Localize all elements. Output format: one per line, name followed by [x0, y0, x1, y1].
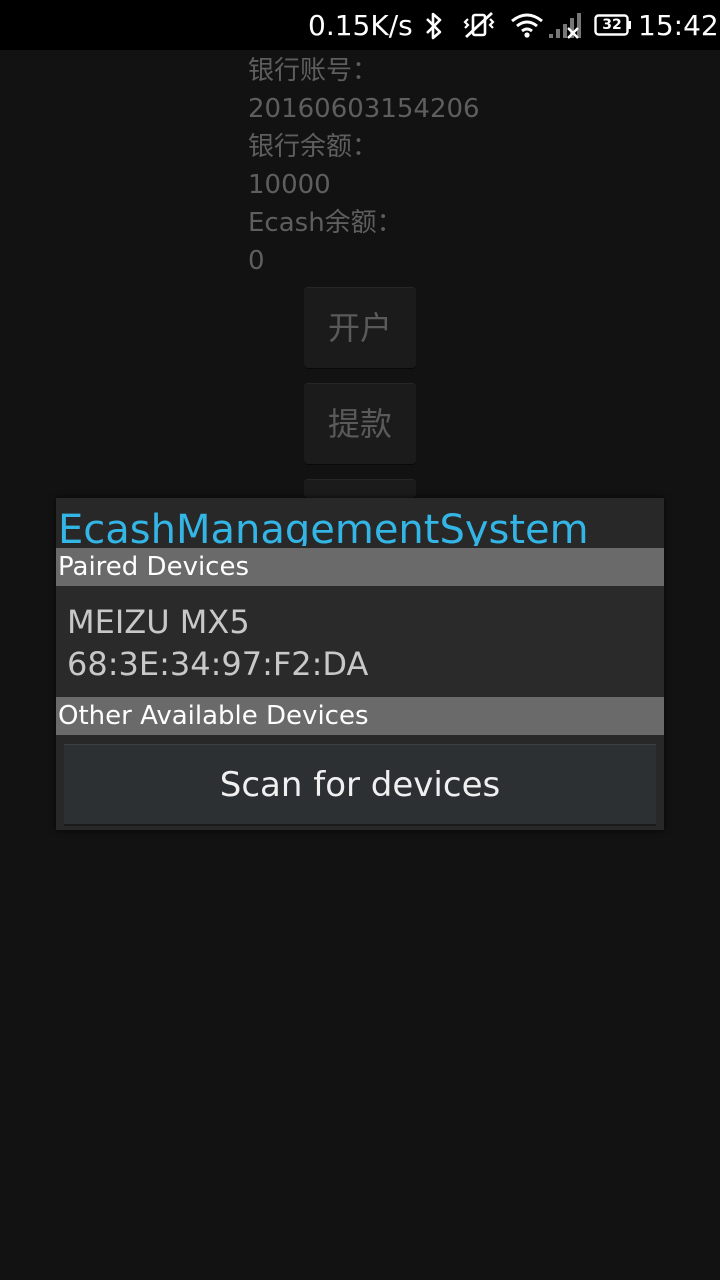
device-list-dialog: EcashManagementSystem Paired Devices MEI…: [56, 498, 664, 830]
paired-devices-header: Paired Devices: [56, 548, 664, 586]
wifi-icon: [511, 13, 543, 38]
ecash-balance-value: 0: [248, 246, 265, 276]
device-address: 68:3E:34:97:F2:DA: [67, 645, 369, 683]
device-name: MEIZU MX5: [67, 603, 250, 641]
bluetooth-icon: [426, 12, 442, 40]
clock: 15:42: [638, 9, 719, 42]
scan-for-devices-button[interactable]: Scan for devices: [64, 744, 656, 824]
paired-device-item[interactable]: MEIZU MX5 68:3E:34:97:F2:DA: [56, 586, 664, 696]
bank-account-value: 20160603154206: [248, 94, 480, 124]
ecash-balance-label: Ecash余额：: [248, 208, 403, 238]
status-bar: 0.15K/s 32 15:42: [0, 0, 720, 50]
battery-level: 32: [602, 17, 622, 33]
bank-balance-label: 银行余额：: [248, 132, 379, 162]
network-speed: 0.15K/s: [308, 9, 413, 42]
bank-account-label: 银行账号：: [248, 56, 379, 86]
other-devices-header: Other Available Devices: [56, 697, 664, 735]
vibrate-silent-icon: [463, 11, 495, 39]
dialog-title: EcashManagementSystem: [58, 507, 589, 546]
open-account-button[interactable]: 开户: [304, 288, 416, 368]
signal-icon: [549, 13, 581, 39]
withdraw-button[interactable]: 提款: [304, 384, 416, 464]
partial-button[interactable]: [304, 480, 416, 498]
bank-balance-value: 10000: [248, 170, 331, 200]
battery-icon: 32: [594, 14, 632, 36]
